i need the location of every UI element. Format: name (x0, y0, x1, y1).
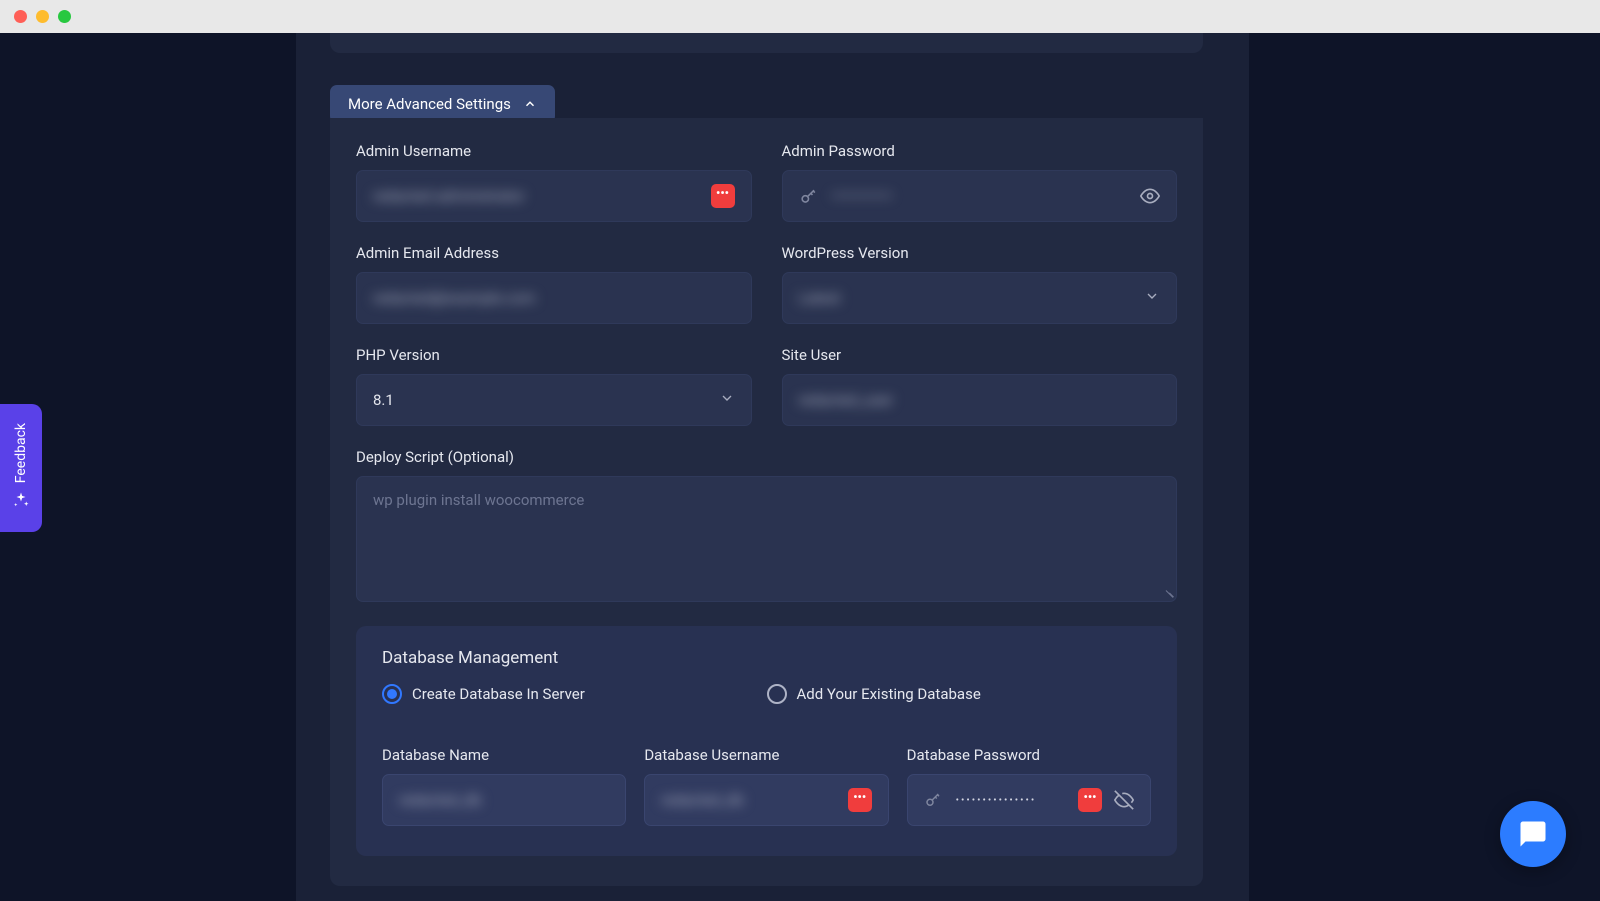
window-minimize-button[interactable] (36, 10, 49, 23)
php-version-group: PHP Version 8.1 (356, 346, 752, 426)
radio-existing-database[interactable]: Add Your Existing Database (767, 684, 1152, 704)
admin-password-label: Admin Password (782, 142, 1178, 160)
admin-email-group: Admin Email Address redacted@example.com (356, 244, 752, 324)
php-version-value: 8.1 (373, 391, 709, 409)
deploy-script-group: Deploy Script (Optional) (356, 448, 1177, 602)
content-panel: More Advanced Settings Admin Username re… (296, 33, 1249, 901)
feedback-label: Feedback (13, 423, 29, 483)
advanced-settings-body: Admin Username redacted administrator ••… (330, 118, 1203, 886)
db-user-group: Database Username redacted_db ••• (644, 746, 888, 826)
site-user-group: Site User redacted_user (782, 346, 1178, 426)
db-name-value: redacted_db (399, 791, 609, 809)
advanced-settings-label: More Advanced Settings (348, 95, 511, 113)
key-icon (924, 791, 942, 809)
db-name-field[interactable]: redacted_db (382, 774, 626, 826)
site-user-field[interactable]: redacted_user (782, 374, 1178, 426)
db-password-mask: ••••••••••••••• (956, 795, 1068, 806)
sparkle-icon (12, 491, 30, 513)
window-titlebar (0, 0, 1600, 33)
radio-unselected-icon (767, 684, 787, 704)
admin-username-field[interactable]: redacted administrator ••• (356, 170, 752, 222)
db-password-label: Database Password (907, 746, 1151, 764)
chat-widget-button[interactable] (1500, 801, 1566, 867)
generate-icon[interactable]: ••• (711, 184, 735, 208)
db-user-label: Database Username (644, 746, 888, 764)
php-version-label: PHP Version (356, 346, 752, 364)
db-name-label: Database Name (382, 746, 626, 764)
database-section-header: Database Management Create Database In S… (356, 626, 1177, 724)
wp-version-group: WordPress Version Latest (782, 244, 1178, 324)
deploy-script-label: Deploy Script (Optional) (356, 448, 1177, 466)
admin-username-label: Admin Username (356, 142, 752, 160)
site-user-value: redacted_user (799, 391, 1161, 409)
eye-icon[interactable] (1140, 186, 1160, 206)
window-maximize-button[interactable] (58, 10, 71, 23)
admin-password-value: •••••••••••• (832, 187, 1129, 205)
radio-create-database[interactable]: Create Database In Server (382, 684, 767, 704)
database-section-title: Database Management (382, 648, 1151, 668)
wp-version-value: Latest (799, 289, 1135, 307)
radio-create-label: Create Database In Server (412, 685, 585, 703)
php-version-select[interactable]: 8.1 (356, 374, 752, 426)
admin-username-group: Admin Username redacted administrator ••… (356, 142, 752, 222)
key-icon (799, 187, 818, 206)
chevron-down-icon (1144, 288, 1160, 308)
chat-icon (1518, 819, 1548, 849)
admin-email-label: Admin Email Address (356, 244, 752, 262)
resize-handle-icon[interactable] (1161, 586, 1173, 598)
admin-password-field[interactable]: •••••••••••• (782, 170, 1178, 222)
generate-icon[interactable]: ••• (848, 788, 872, 812)
radio-existing-label: Add Your Existing Database (797, 685, 981, 703)
db-password-field[interactable]: ••••••••••••••• ••• (907, 774, 1151, 826)
radio-selected-icon (382, 684, 402, 704)
admin-password-group: Admin Password •••••••••••• (782, 142, 1178, 222)
chevron-down-icon (719, 390, 735, 410)
site-user-label: Site User (782, 346, 1178, 364)
database-radio-group: Create Database In Server Add Your Exist… (382, 684, 1151, 704)
db-name-group: Database Name redacted_db (382, 746, 626, 826)
deploy-script-wrap (356, 476, 1177, 602)
database-fields-row: Database Name redacted_db Database Usern… (356, 724, 1177, 856)
db-user-field[interactable]: redacted_db ••• (644, 774, 888, 826)
wp-version-label: WordPress Version (782, 244, 1178, 262)
previous-card-edge (330, 33, 1203, 53)
db-user-value: redacted_db (661, 791, 837, 809)
feedback-tab[interactable]: Feedback (0, 404, 42, 532)
db-password-group: Database Password ••••••••••••••• ••• (907, 746, 1151, 826)
wp-version-select[interactable]: Latest (782, 272, 1178, 324)
admin-username-value: redacted administrator (373, 187, 701, 205)
admin-email-field[interactable]: redacted@example.com (356, 272, 752, 324)
generate-icon[interactable]: ••• (1078, 788, 1102, 812)
chevron-up-icon (523, 97, 537, 111)
window-close-button[interactable] (14, 10, 27, 23)
deploy-script-field[interactable] (373, 491, 1160, 583)
admin-email-value: redacted@example.com (373, 289, 735, 307)
eye-off-icon[interactable] (1114, 790, 1134, 810)
